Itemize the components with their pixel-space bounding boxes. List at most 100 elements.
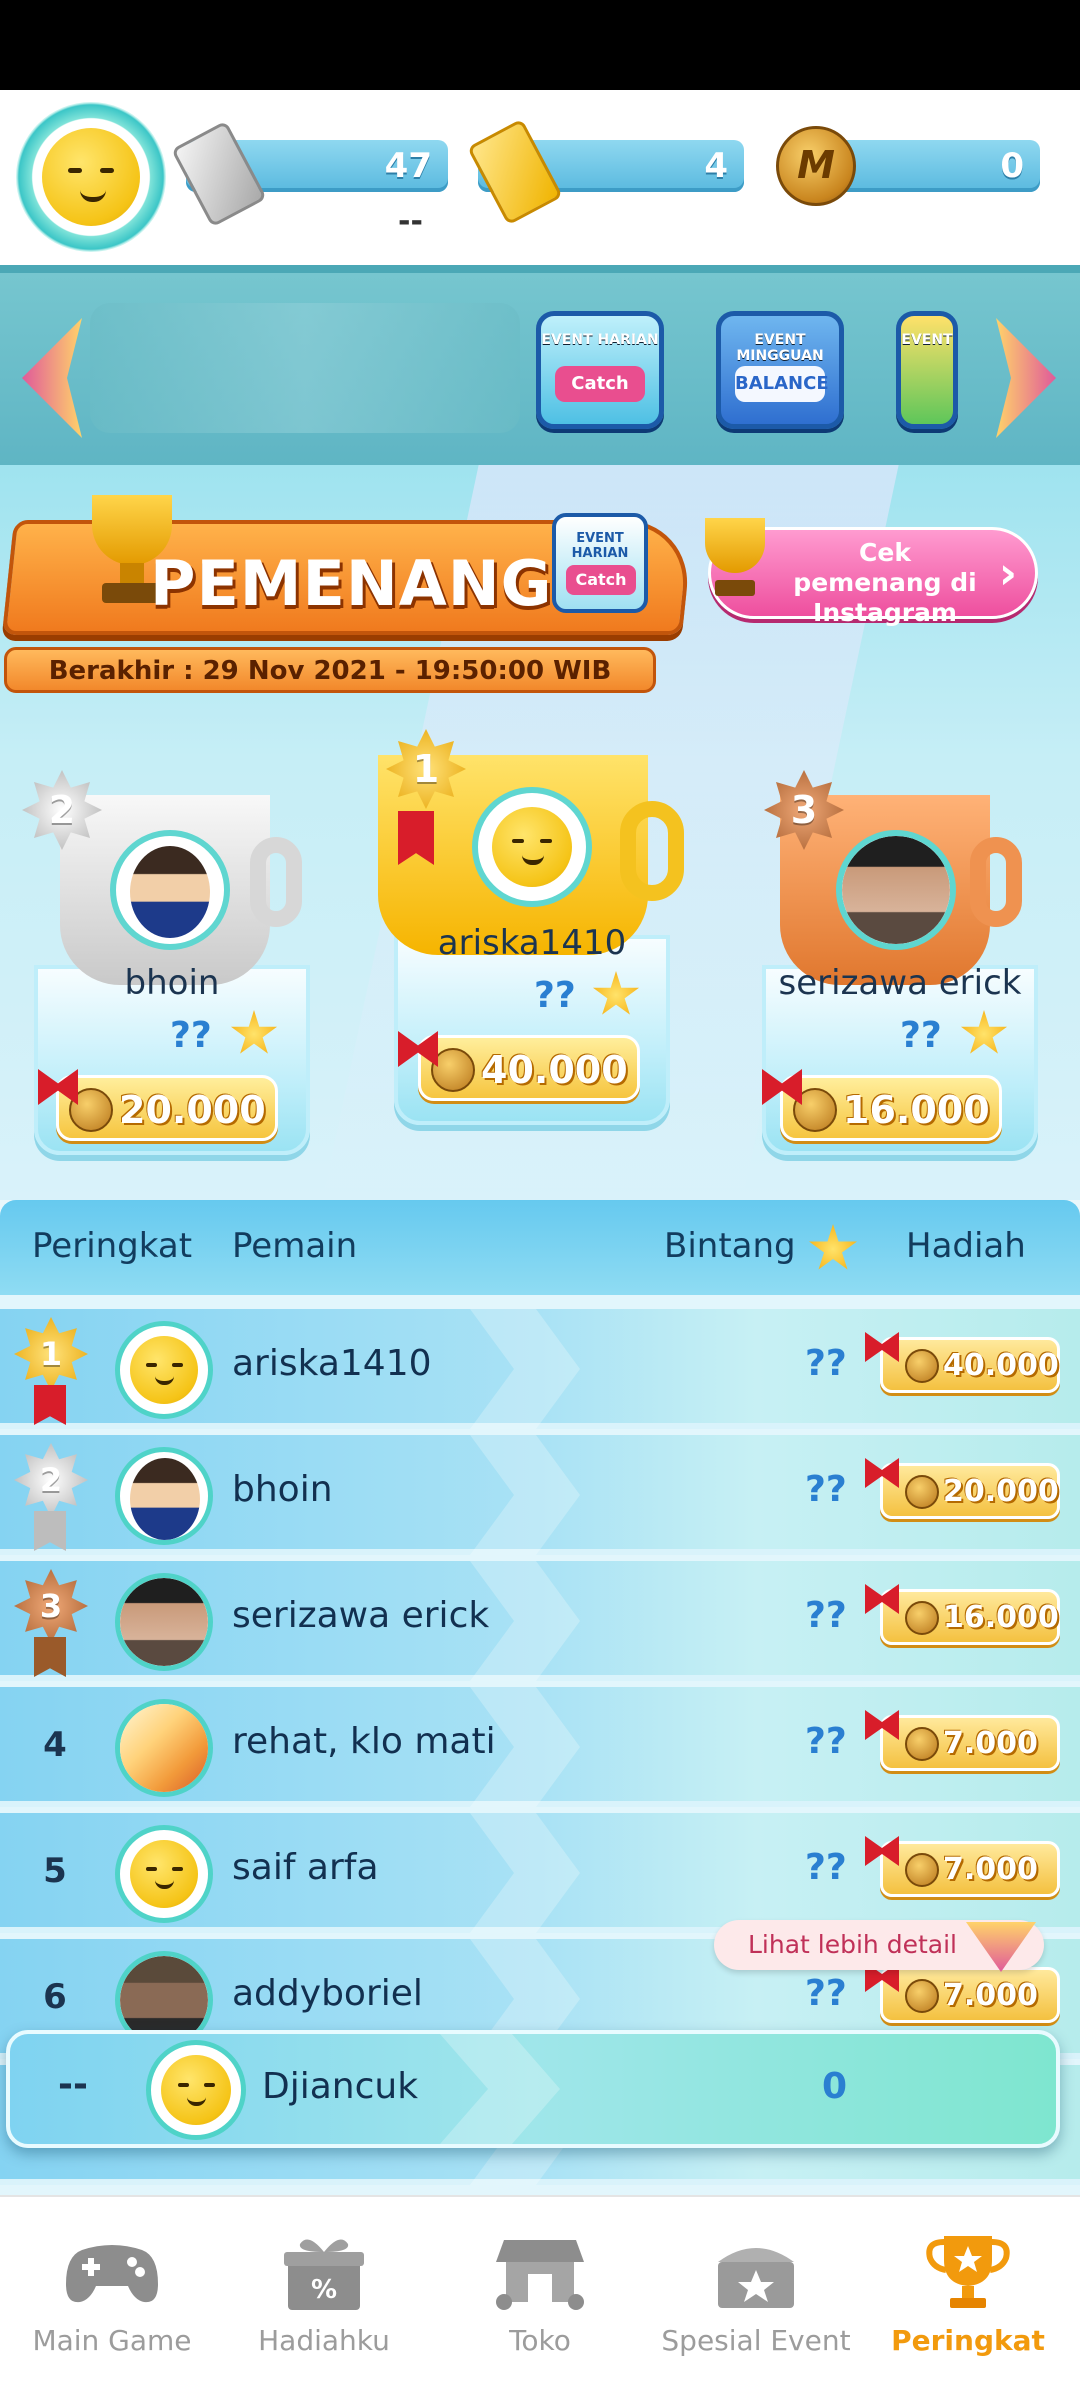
- trophy-icon: [701, 518, 771, 608]
- smiley-face-icon: [130, 1840, 198, 1908]
- nav-spesial-event[interactable]: Spesial Event: [656, 2232, 856, 2382]
- player-name: ariska1410: [232, 1343, 432, 1384]
- podium-name-3: serizawa erick: [778, 963, 1022, 1003]
- avatar: [115, 1447, 213, 1545]
- nav-peringkat[interactable]: Peringkat: [868, 2232, 1068, 2382]
- podium-name-1: ariska1410: [437, 923, 627, 963]
- medal-2-icon: 2: [22, 770, 102, 850]
- ribbon-bow-icon: [865, 1584, 899, 1614]
- player-name: bhoin: [232, 1469, 333, 1510]
- coin-icon: [905, 1349, 939, 1383]
- coin-icon: [905, 1475, 939, 1509]
- table-row[interactable]: 5 saif arfa ?? 7.000: [0, 1813, 1080, 1933]
- my-rank: --: [58, 2064, 88, 2105]
- podium-name-2: bhoin: [124, 963, 220, 1003]
- event-third-thumb[interactable]: EVENT: [896, 311, 958, 429]
- medal-1-icon: 1: [386, 729, 466, 809]
- ribbon-bow-icon: [865, 1710, 899, 1740]
- profile-avatar[interactable]: [16, 102, 166, 252]
- coin-count: 0: [1000, 146, 1024, 186]
- end-time-text: Berakhir : 29 Nov 2021 - 19:50:00 WIB: [48, 656, 612, 686]
- chevron-right-icon: ›: [998, 548, 1017, 599]
- player-prize: 7.000: [865, 1962, 1060, 2023]
- player-rank: 6: [43, 1977, 67, 2017]
- table-row[interactable]: 3 serizawa erick ?? 16.000: [0, 1561, 1080, 1681]
- medal-3-icon: 3: [14, 1569, 88, 1643]
- status-bar: [0, 0, 1080, 90]
- smiley-face-icon: [42, 128, 140, 226]
- ribbon-bow-icon: [865, 1332, 899, 1362]
- nav-main-game[interactable]: Main Game: [12, 2232, 212, 2382]
- leaderboard-header: Peringkat Pemain Bintang Hadiah: [0, 1200, 1080, 1295]
- player-prize: 20.000: [865, 1458, 1060, 1519]
- table-row[interactable]: 4 rehat, klo mati ?? 7.000: [0, 1687, 1080, 1807]
- player-prize: 7.000: [865, 1836, 1060, 1897]
- player-stars: ??: [805, 1721, 847, 1762]
- podium-stars-2: ??: [170, 1015, 212, 1056]
- coin-icon: M: [776, 126, 856, 206]
- medal-2-icon: 2: [14, 1443, 88, 1517]
- table-row[interactable]: 1 ariska1410 ?? 40.000: [0, 1309, 1080, 1429]
- gamepad-icon: [66, 2245, 158, 2303]
- avatar: [115, 1825, 213, 1923]
- player-stars: ??: [805, 1343, 847, 1384]
- player-name: rehat, klo mati: [232, 1721, 496, 1762]
- gold-ticket-icon: [466, 118, 564, 226]
- player-stars: ??: [805, 1469, 847, 1510]
- my-rank-row: -- Djiancuk 0: [6, 2030, 1060, 2148]
- table-row[interactable]: 2 bhoin ?? 20.000: [0, 1435, 1080, 1555]
- gift-icon: %: [284, 2239, 364, 2310]
- smiley-face-icon: [161, 2055, 231, 2125]
- podium-prize-1: 40.000: [418, 1035, 640, 1101]
- player-stars: ??: [805, 1595, 847, 1636]
- see-more-button[interactable]: Lihat lebih detail: [714, 1920, 1044, 1972]
- end-time-bar: Berakhir : 29 Nov 2021 - 19:50:00 WIB: [4, 647, 656, 693]
- avatar: [115, 1573, 213, 1671]
- event-mingguan-thumb[interactable]: EVENT MINGGUAN BALANCE: [716, 311, 844, 429]
- avatar: [146, 2040, 246, 2140]
- pemenang-title: PEMENANG: [150, 547, 553, 620]
- medal-3-icon: 3: [764, 770, 844, 850]
- medal-1-icon: 1: [14, 1317, 88, 1391]
- player-prize: 16.000: [865, 1584, 1060, 1645]
- header-rank: Peringkat: [32, 1226, 193, 1266]
- see-more-label: Lihat lebih detail: [748, 1930, 957, 1959]
- carousel-left-arrow-icon[interactable]: [22, 318, 82, 438]
- smiley-face-icon: [130, 1336, 198, 1404]
- header-stars: Bintang: [664, 1226, 796, 1266]
- avatar: [115, 1321, 213, 1419]
- smiley-face-icon: [492, 807, 572, 887]
- triangle-down-icon: [966, 1922, 1036, 1972]
- carousel-right-arrow-icon[interactable]: [996, 318, 1056, 438]
- avatar: [110, 830, 230, 950]
- podium-stars-1: ??: [534, 975, 576, 1016]
- top-bar: 47 -- 4 0 M: [0, 90, 1080, 265]
- player-rank: 5: [43, 1851, 67, 1891]
- event-chest-icon: [718, 2248, 794, 2308]
- header-prize: Hadiah: [906, 1226, 1026, 1266]
- instagram-winner-button[interactable]: Cek pemenang di Instagram ›: [705, 518, 1038, 627]
- player-name: serizawa erick: [232, 1595, 490, 1636]
- nav-toko[interactable]: Toko: [440, 2232, 640, 2382]
- event-harian-thumb[interactable]: EVENT HARIAN Catch: [536, 311, 664, 429]
- player-name: saif arfa: [232, 1847, 379, 1888]
- podium-stars-3: ??: [900, 1015, 942, 1056]
- coin-icon: [905, 1979, 939, 2013]
- avatar: [836, 830, 956, 950]
- coin-icon: [905, 1853, 939, 1887]
- avatar: [472, 787, 592, 907]
- header-player: Pemain: [232, 1226, 358, 1266]
- winner-area: PEMENANG EVENT HARIAN Catch Cek pemenang…: [0, 465, 1080, 1200]
- podium-prize-3: 16.000: [780, 1075, 1002, 1141]
- player-prize: 40.000: [865, 1332, 1060, 1393]
- player-prize: 7.000: [865, 1710, 1060, 1771]
- avatar: [115, 1699, 213, 1797]
- silver-ticket-subtext: --: [398, 204, 423, 239]
- svg-text:%: %: [311, 2275, 337, 2305]
- nav-hadiahku[interactable]: % Hadiahku: [224, 2232, 424, 2382]
- silver-ticket-count: 47: [384, 146, 432, 186]
- my-stars: 0: [822, 2066, 848, 2107]
- ribbon-bow-icon: [865, 1836, 899, 1866]
- event-carousel: EVENT HARIAN Catch EVENT MINGGUAN BALANC…: [0, 265, 1080, 465]
- coin-icon: [905, 1601, 939, 1635]
